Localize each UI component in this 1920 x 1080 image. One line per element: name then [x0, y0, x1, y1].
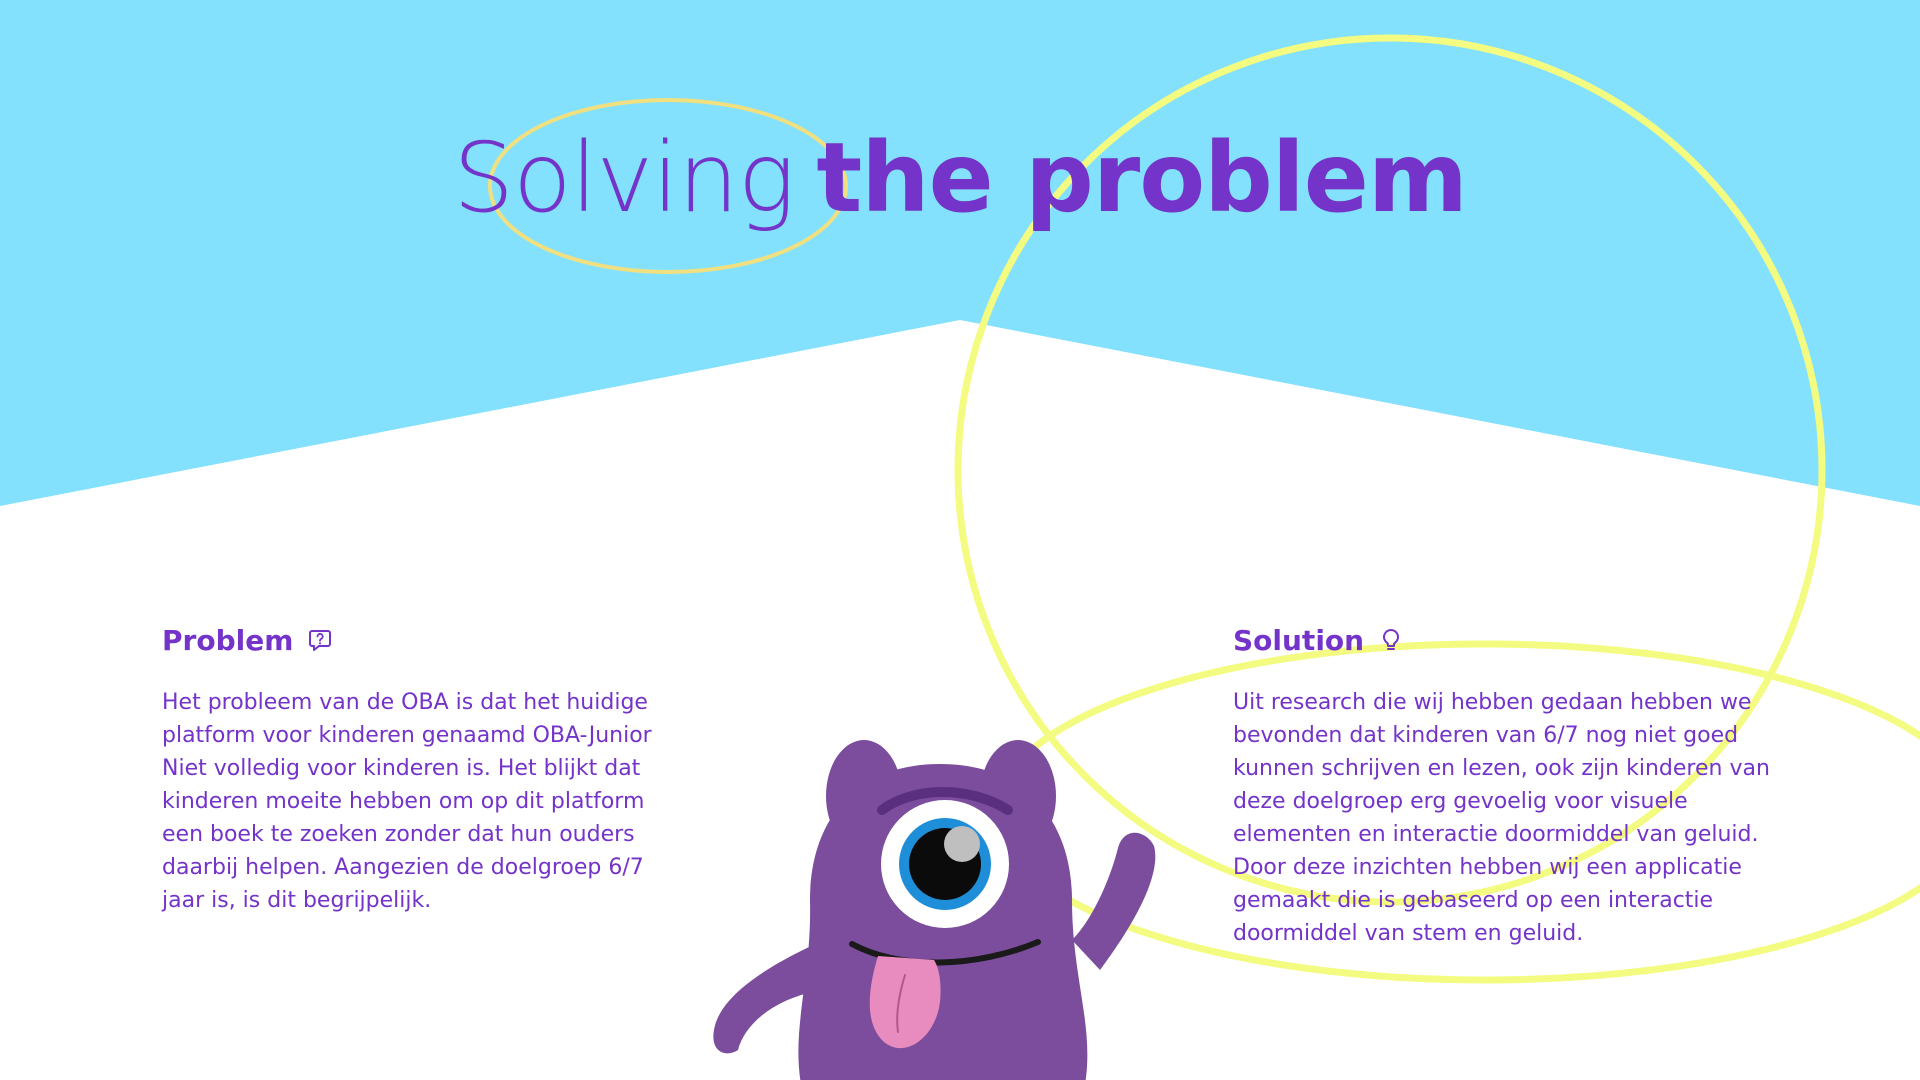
solution-heading: Solution	[1233, 620, 1404, 660]
hero-title-bold: the problem	[816, 122, 1468, 234]
help-bubble-icon	[309, 630, 332, 651]
monster-right-arm	[1072, 832, 1156, 970]
purple-monster-illustration	[713, 740, 1156, 1080]
solution-body: Uit research die wij hebben gedaan hebbe…	[1233, 690, 1770, 946]
lightbulb-icon	[1383, 629, 1400, 650]
problem-body: Het probleem van de OBA is dat het huidi…	[162, 690, 652, 913]
monster-eye-glint	[944, 826, 980, 862]
solution-heading-label: Solution	[1233, 623, 1365, 657]
problem-heading: Problem	[162, 620, 333, 660]
problem-heading-label: Problem	[162, 623, 294, 657]
hero-title-light: Solving	[453, 122, 795, 234]
hero-title: Solving the problem	[0, 118, 1920, 238]
page: Solving the problem Problem Het probleem …	[0, 0, 1920, 1080]
